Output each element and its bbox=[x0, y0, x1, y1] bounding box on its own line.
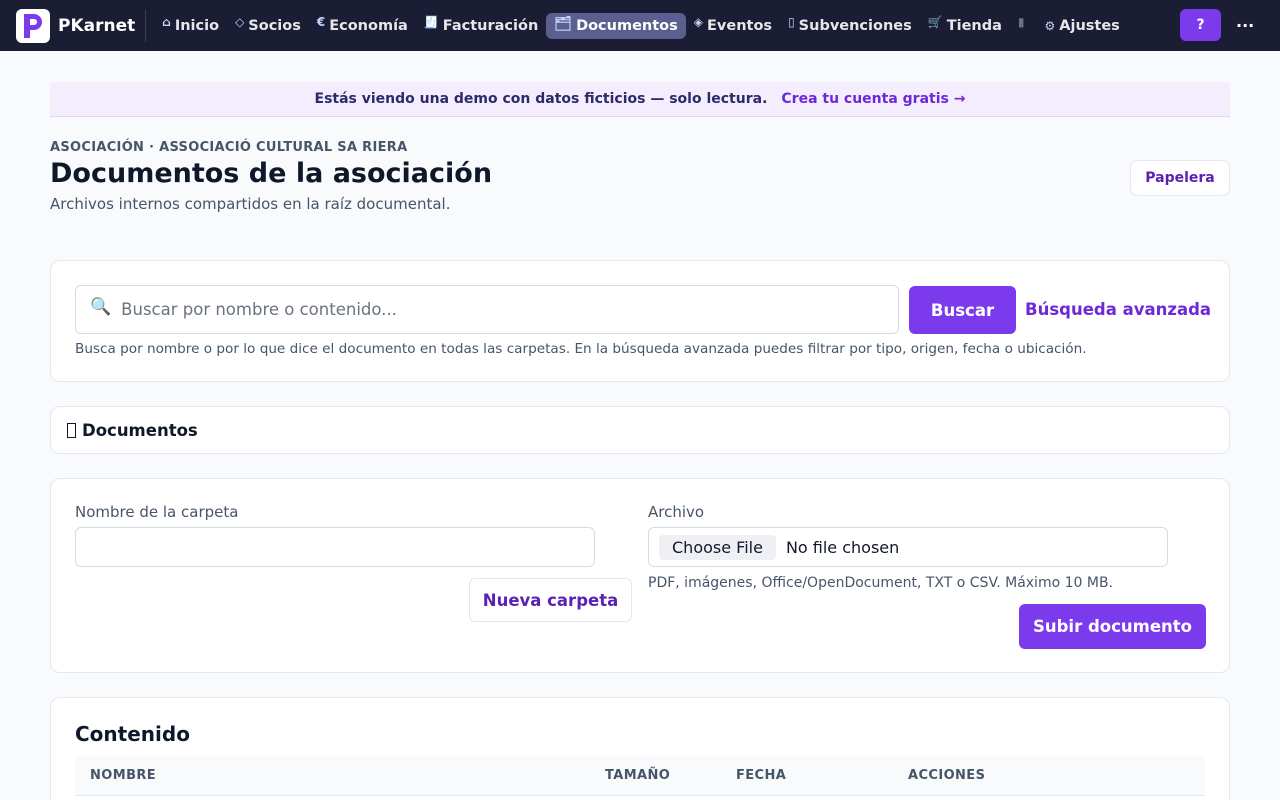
content-card: Contenido NOMBRE TAMAÑO FECHA ACCIONES bbox=[50, 697, 1230, 800]
nav-item-economia[interactable]: € Economía bbox=[309, 13, 416, 39]
brand-name[interactable]: PKarnet bbox=[58, 16, 135, 36]
choose-file-button[interactable]: Choose File bbox=[659, 534, 776, 560]
column-header-date[interactable]: FECHA bbox=[736, 768, 786, 783]
search-box[interactable]: 🔍 bbox=[75, 285, 899, 334]
search-card: 🔍 Buscar Búsqueda avanzada Busca por nom… bbox=[50, 260, 1230, 382]
nav-item-subvenciones[interactable]: ▯ Subvenciones bbox=[780, 13, 920, 39]
folder-name-label: Nombre de la carpeta bbox=[75, 503, 239, 521]
folder-icon: 🗂 bbox=[554, 15, 573, 32]
diamond-icon: ◇ bbox=[235, 14, 245, 29]
breadcrumb: Documentos bbox=[50, 406, 1230, 454]
nav-item-facturacion[interactable]: 🧾 Facturación bbox=[416, 13, 546, 39]
page-subtitle: Archivos internos compartidos en la raíz… bbox=[50, 195, 451, 213]
column-header-actions: ACCIONES bbox=[908, 768, 986, 783]
euro-icon: € bbox=[316, 14, 326, 29]
file-input[interactable]: Choose File No file chosen bbox=[648, 527, 1168, 567]
nav-item-eventos[interactable]: ◈ Eventos bbox=[686, 13, 780, 39]
content-title: Contenido bbox=[75, 722, 190, 746]
create-account-link[interactable]: Crea tu cuenta gratis → bbox=[781, 91, 965, 107]
search-help-text: Busca por nombre o por lo que dice el do… bbox=[75, 341, 1087, 357]
demo-banner: Estás viendo una demo con datos ficticio… bbox=[50, 82, 1230, 117]
folder-glyph-icon bbox=[67, 423, 76, 438]
table-header: NOMBRE TAMAÑO FECHA ACCIONES bbox=[75, 756, 1205, 796]
truncated-icon: ▮ bbox=[1017, 14, 1025, 29]
create-upload-card: Nombre de la carpeta Nueva carpeta Archi… bbox=[50, 478, 1230, 673]
pkarnet-logo[interactable] bbox=[16, 8, 50, 43]
nav-item-ajustes[interactable]: ⚙ Ajustes bbox=[1037, 13, 1128, 39]
nav-item-inicio[interactable]: ⌂ Inicio bbox=[154, 13, 227, 39]
search-input[interactable] bbox=[121, 300, 842, 319]
grant-icon: ▯ bbox=[788, 14, 795, 29]
breadcrumb-root[interactable]: Documentos bbox=[67, 421, 198, 440]
page-title: Documentos de la asociación bbox=[50, 158, 493, 189]
file-label: Archivo bbox=[648, 503, 705, 521]
nav-divider bbox=[145, 9, 147, 42]
nav-item-label: Economía bbox=[329, 17, 408, 34]
nav-item-documentos[interactable]: 🗂 Documentos bbox=[546, 12, 686, 39]
search-icon: 🔍 bbox=[90, 296, 112, 317]
receipt-icon: 🧾 bbox=[423, 14, 439, 29]
nav-item-socios[interactable]: ◇ Socios bbox=[227, 13, 309, 39]
folder-name-input[interactable] bbox=[75, 527, 595, 567]
more-menu-button[interactable]: ... bbox=[1236, 12, 1254, 31]
association-eyebrow: ASOCIACIÓN · ASSOCIACIÓ CULTURAL SA RIER… bbox=[50, 140, 408, 155]
breadcrumb-label: Documentos bbox=[82, 421, 198, 440]
demo-banner-text: Estás viendo una demo con datos ficticio… bbox=[314, 91, 768, 107]
nav-item-label: Socios bbox=[248, 17, 301, 34]
nav-item-label: Subvenciones bbox=[798, 17, 912, 34]
nav-item-label: Ajustes bbox=[1059, 17, 1120, 34]
event-diamond-icon: ◈ bbox=[693, 14, 704, 29]
gear-icon: ⚙ bbox=[1044, 18, 1056, 33]
trash-button[interactable]: Papelera bbox=[1130, 160, 1230, 196]
search-button[interactable]: Buscar bbox=[909, 286, 1016, 334]
no-file-text: No file chosen bbox=[785, 537, 900, 557]
nav-item-label: Facturación bbox=[442, 17, 539, 34]
top-navigation: PKarnet ⌂ Inicio ◇ Socios € Economía 🧾 F… bbox=[0, 0, 1280, 51]
upload-document-button[interactable]: Subir documento bbox=[1019, 604, 1206, 649]
nav-item-overflow[interactable]: ▮ bbox=[1010, 14, 1037, 38]
new-folder-button[interactable]: Nueva carpeta bbox=[469, 578, 632, 622]
home-icon: ⌂ bbox=[162, 14, 171, 29]
nav-item-label: Inicio bbox=[174, 17, 220, 34]
column-header-size[interactable]: TAMAÑO bbox=[605, 768, 670, 783]
nav-item-label: Eventos bbox=[707, 17, 773, 34]
help-button[interactable]: ? bbox=[1180, 9, 1221, 41]
nav-item-label: Tienda bbox=[946, 17, 1002, 34]
file-help-text: PDF, imágenes, Office/OpenDocument, TXT … bbox=[648, 575, 1114, 591]
nav-item-tienda[interactable]: 🛒 Tienda bbox=[920, 13, 1010, 39]
advanced-search-link[interactable]: Búsqueda avanzada bbox=[1025, 300, 1211, 319]
nav-item-label: Documentos bbox=[576, 17, 678, 34]
cart-icon: 🛒 bbox=[927, 14, 943, 29]
column-header-name[interactable]: NOMBRE bbox=[90, 768, 156, 783]
